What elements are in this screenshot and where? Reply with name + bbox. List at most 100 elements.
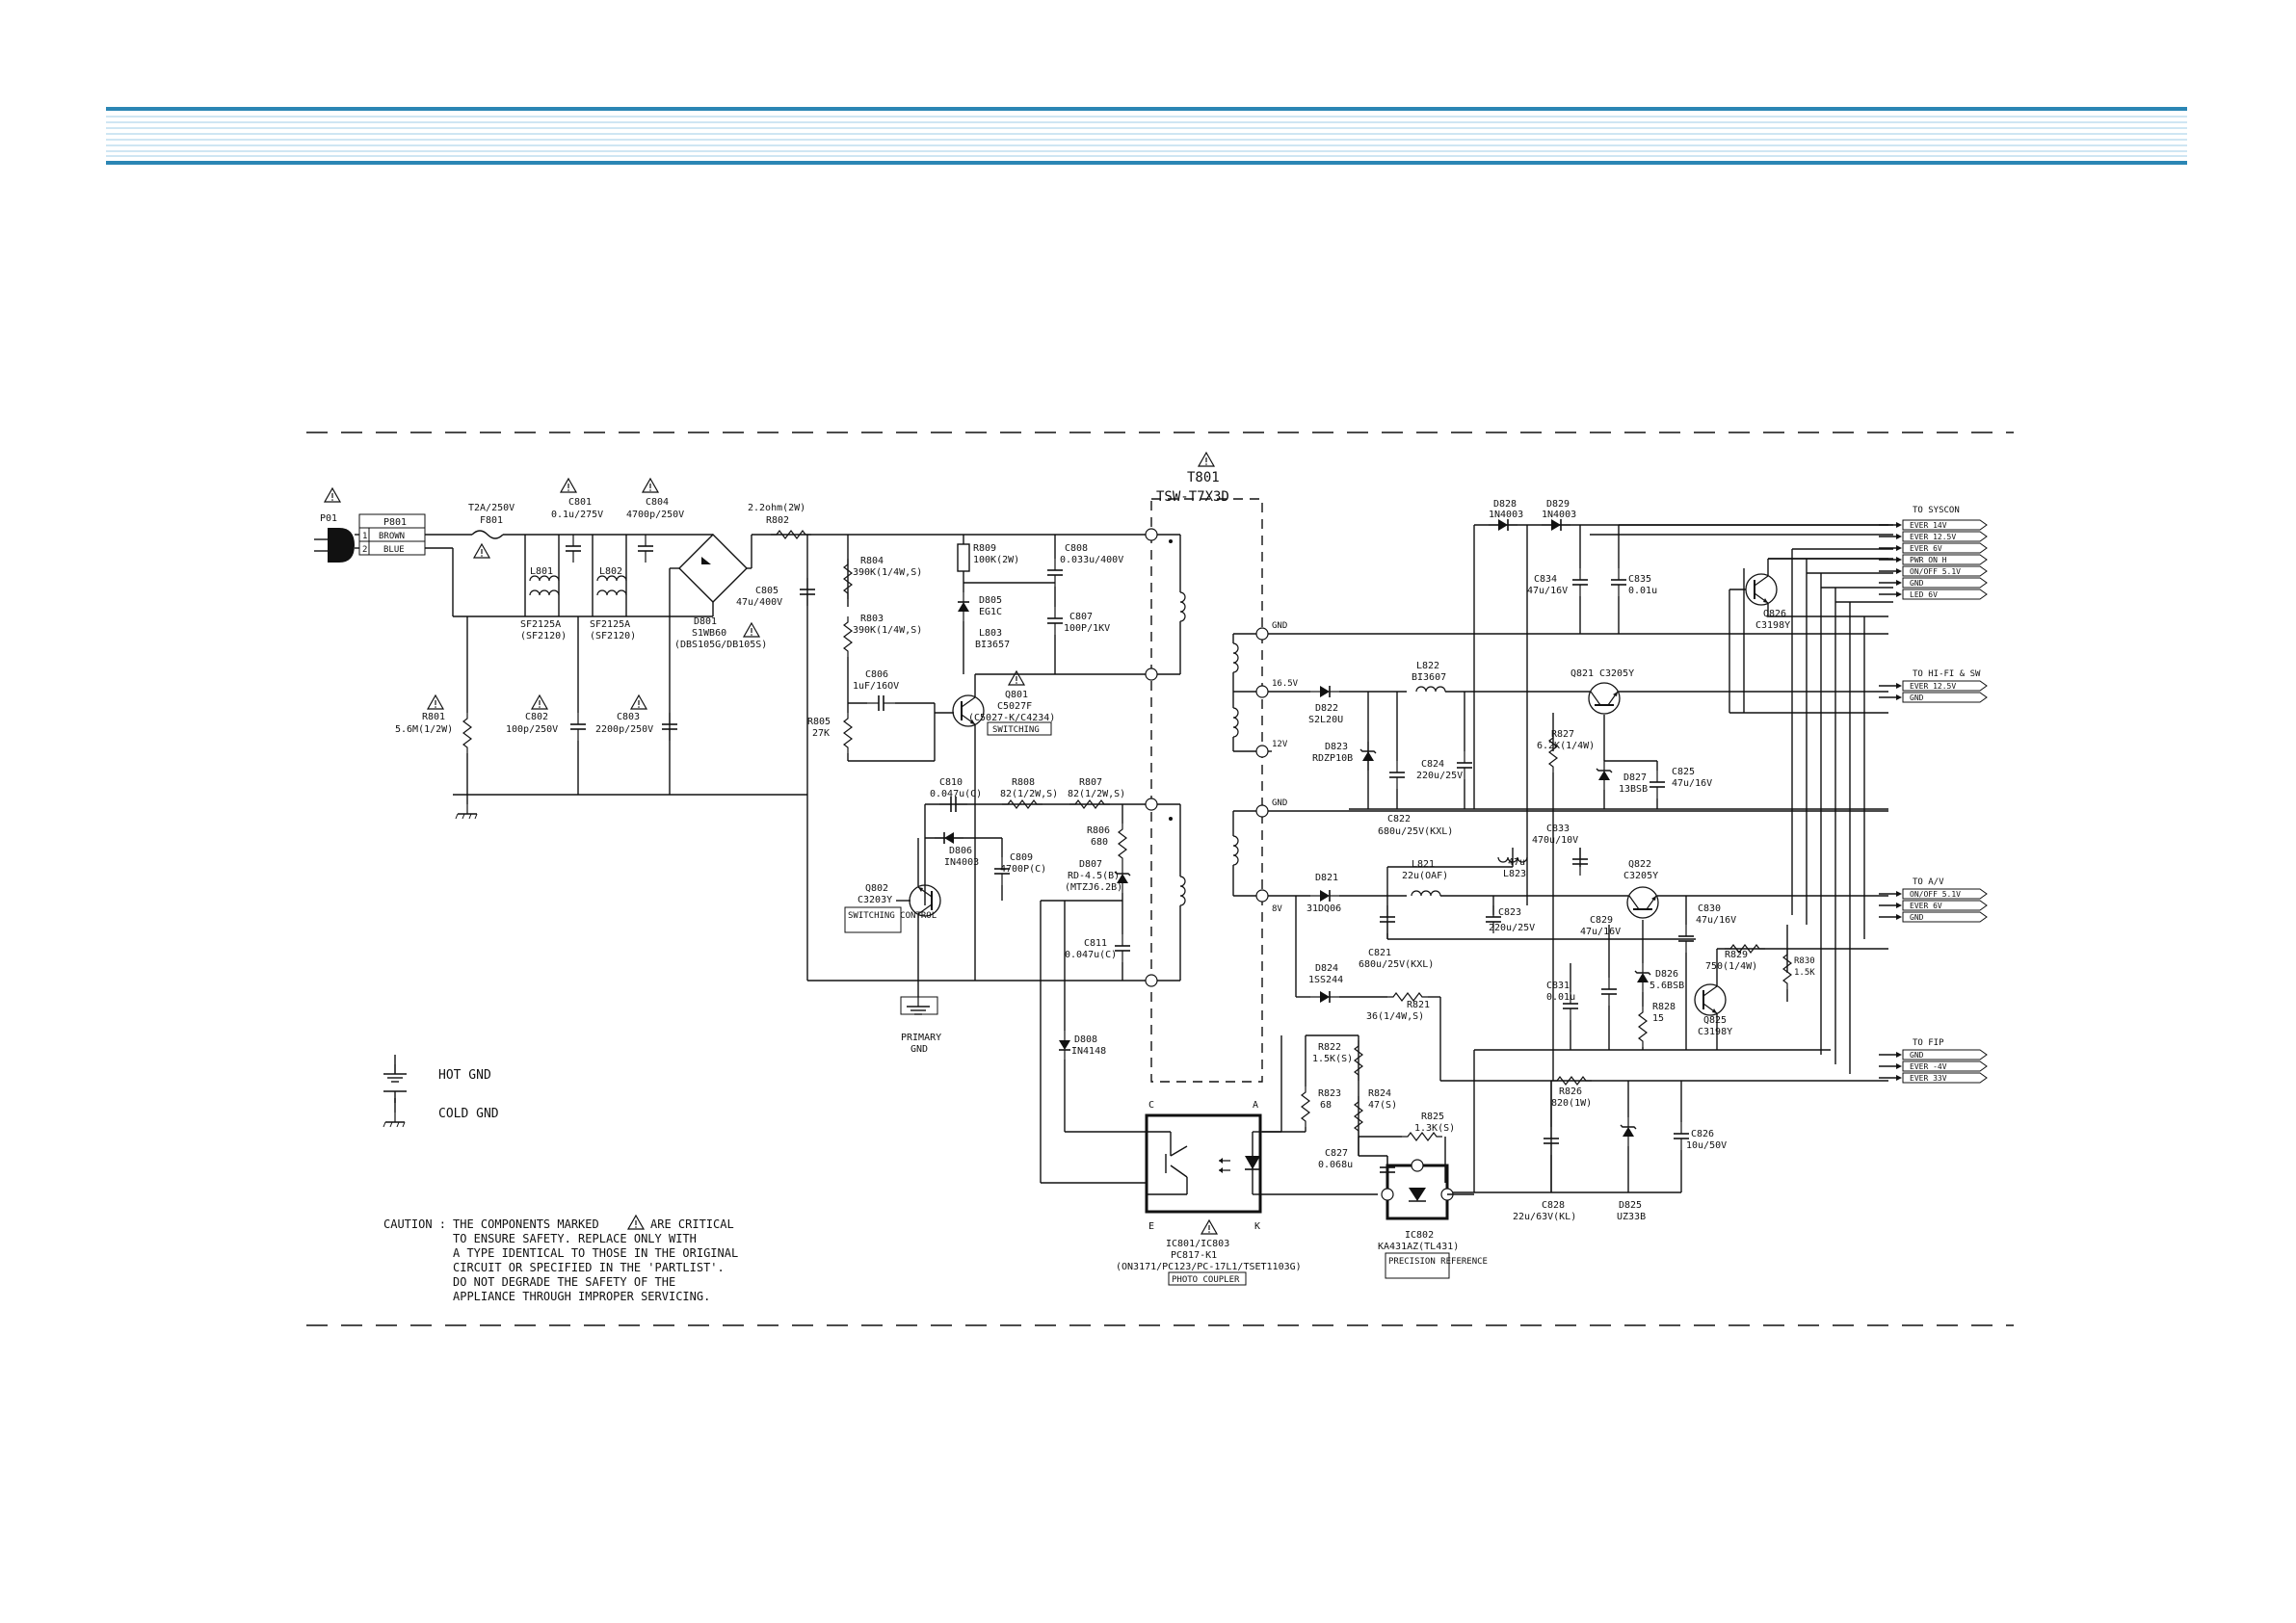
caution-line-1: THE COMPONENTS MARKED — [453, 1217, 599, 1231]
r825-label-1: R825 — [1421, 1112, 1444, 1122]
pc-alt: (ON3171/PC123/PC-17L1/TSET1103G) — [1116, 1262, 1302, 1272]
out-pin-label: GND — [1910, 579, 1924, 588]
c825-label-1: C825 — [1672, 767, 1695, 777]
c824-label-2: 220u/25V — [1416, 771, 1463, 781]
c821-label-1: C821 — [1368, 948, 1391, 958]
r808-label-1: R808 — [1012, 777, 1035, 788]
d826-label-1: D826 — [1655, 969, 1678, 980]
d801-label-1: D801 — [694, 616, 717, 627]
r806-label-2: 680 — [1091, 837, 1108, 848]
c830-label-2: 47u/16V — [1696, 915, 1736, 926]
caution-line-2: TO ENSURE SAFETY. REPLACE ONLY WITH — [453, 1232, 697, 1245]
r809-label-2: 100K(2W) — [973, 555, 1019, 565]
c805-label-2: 47u/400V — [736, 597, 782, 608]
out-pin-arrow — [1896, 557, 1902, 563]
l802-label-1: L802 — [599, 566, 622, 577]
pc-tag: PHOTO COUPLER — [1172, 1275, 1240, 1285]
rail-12v: 12V — [1272, 740, 1288, 749]
r824-label-2: 47(S) — [1368, 1100, 1397, 1111]
d826-label-2: 5.6BSB — [1649, 981, 1684, 991]
c823-label-2: 220u/25V — [1489, 923, 1535, 933]
c803-label-2: 2200p/250V — [595, 724, 653, 735]
out-pin-label: LED 6V — [1910, 590, 1938, 599]
r822-label-1: R822 — [1318, 1042, 1341, 1053]
d828-label-1: D828 — [1493, 499, 1517, 510]
q802-label-1: Q802 — [865, 883, 888, 894]
out-pin-arrow — [1896, 694, 1902, 700]
l803-label-1: L803 — [979, 628, 1002, 639]
primary-gnd-line2: GND — [910, 1044, 928, 1055]
c834-label-1: C834 — [1534, 574, 1557, 585]
l821-label-1: L821 — [1412, 859, 1435, 870]
d807-label-3: (MTZJ6.2B) — [1065, 882, 1122, 893]
r801-label-1: R801 — [422, 712, 445, 722]
r823-label-2: 68 — [1320, 1100, 1332, 1111]
q822-label-2: C3205Y — [1623, 871, 1658, 881]
r807-label-1: R807 — [1079, 777, 1102, 788]
caution-line-4: CIRCUIT OR SPECIFIED IN THE 'PARTLIST'. — [453, 1261, 725, 1274]
out-pin-arrow — [1896, 591, 1902, 597]
t801-part: TSW-T7X3D — [1156, 489, 1229, 505]
c810-label-1: C810 — [939, 777, 963, 788]
out-pin-label: EVER 12.5V — [1910, 682, 1956, 691]
pc-pin-a: A — [1253, 1100, 1258, 1111]
c803-label-1: C803 — [617, 712, 640, 722]
c823-label-1: C823 — [1498, 907, 1521, 918]
r824-label-1: R824 — [1368, 1088, 1391, 1099]
precision-reference-ic802 — [1381, 1159, 1474, 1220]
q802-tag: SWITCHING CONTROL — [848, 911, 937, 921]
l823-label-1: 47u — [1508, 857, 1525, 868]
bridge-rectifier-d801 — [678, 534, 748, 603]
l822-label-1: L822 — [1416, 661, 1439, 671]
d821-label-2: 31DQ06 — [1306, 903, 1341, 914]
out-pin-label: PWR ON H — [1910, 556, 1947, 564]
ac-plug — [328, 528, 355, 563]
q825-label-2: C3198Y — [1698, 1027, 1732, 1037]
r805-label-2: 27K — [812, 728, 830, 739]
l801-label-1: L801 — [530, 566, 553, 577]
out-group-title-3: TO FIP — [1913, 1038, 1944, 1048]
r804-label-2: 390K(1/4W,S) — [853, 567, 922, 578]
l801-label-3: (SF2120) — [520, 631, 567, 641]
q801-label-1: Q801 — [1005, 690, 1028, 700]
q801-tag: SWITCHING — [992, 725, 1040, 735]
plug-label: P01 — [320, 513, 337, 524]
c827-label-1: C827 — [1325, 1148, 1348, 1159]
d806-label-2: IN4003 — [944, 857, 979, 868]
c825-label-2: 47u/16V — [1672, 778, 1712, 789]
c801-label-2: 0.1u/275V — [551, 510, 603, 520]
pc-pin-e: E — [1148, 1221, 1154, 1232]
d806-label-1: D806 — [949, 846, 972, 856]
out-pin-arrow — [1896, 545, 1902, 551]
ref-part: KA431AZ(TL431) — [1378, 1242, 1459, 1252]
q821-label-2: C3205Y — [1599, 668, 1634, 679]
out-pin-arrow — [1896, 580, 1902, 586]
c805-label-1: C805 — [755, 586, 779, 596]
q801-label-2: C5027F — [997, 701, 1032, 712]
d829-label-2: 1N4003 — [1542, 510, 1576, 520]
out-pin-arrow — [1896, 1052, 1902, 1058]
c811-label-2: 0.047u(C) — [1065, 950, 1117, 960]
c801-label-1: C801 — [568, 497, 592, 508]
fuse-f801 — [471, 530, 504, 539]
d824-label-1: D824 — [1315, 963, 1338, 974]
d805-label-2: EG1C — [979, 607, 1002, 617]
pc-ref: IC801/IC803 — [1166, 1239, 1229, 1249]
d825-label-2: UZ33B — [1617, 1212, 1646, 1222]
caution-line-5: DO NOT DEGRADE THE SAFETY OF THE — [453, 1275, 675, 1289]
fuse-label: F801 — [480, 515, 503, 526]
l822-label-2: BI3607 — [1412, 672, 1446, 683]
c833-label-2: 470u/10V — [1532, 835, 1578, 846]
d808-label-2: IN4148 — [1071, 1046, 1106, 1057]
q801-label-3: (C5027-K/C4234) — [968, 713, 1055, 723]
out-pin-arrow — [1896, 891, 1902, 897]
c829-label-1: C829 — [1590, 915, 1613, 926]
out-pin-label: GND — [1910, 913, 1924, 922]
out-pin-arrow — [1896, 1075, 1902, 1081]
r802-label-2: R802 — [766, 515, 789, 526]
l802-label-3: (SF2120) — [590, 631, 636, 641]
transformer-t801 — [1145, 452, 1269, 1083]
d829-label-1: D829 — [1546, 499, 1570, 510]
c835-label-1: C835 — [1628, 574, 1651, 585]
r823-label-1: R823 — [1318, 1088, 1341, 1099]
